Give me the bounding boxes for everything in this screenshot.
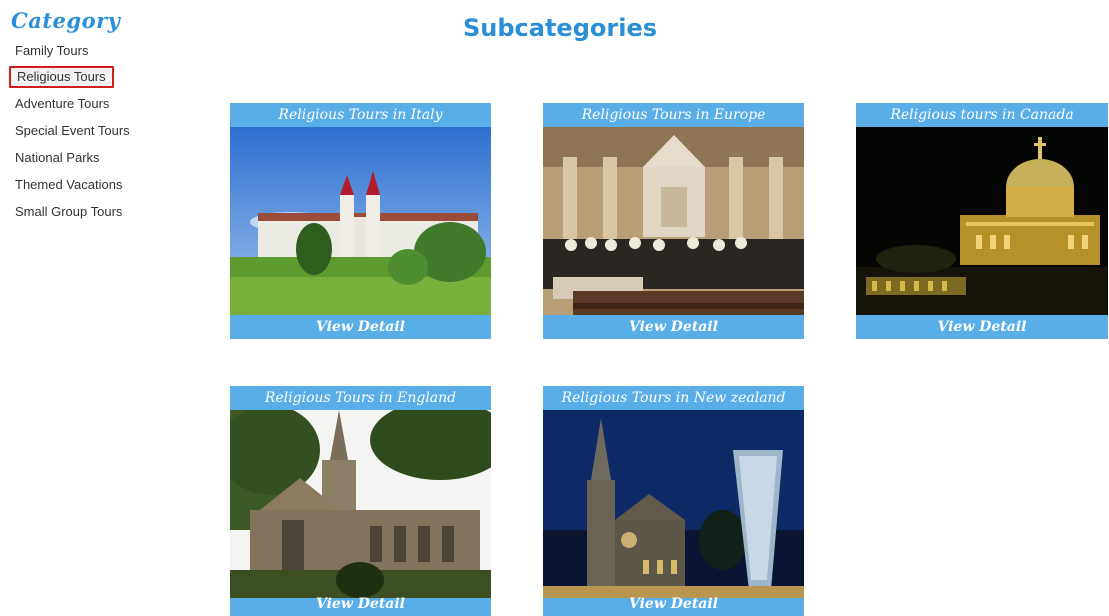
view-detail-button[interactable]: View Detail — [856, 315, 1108, 339]
christchurch-cathedral-night-photo — [543, 410, 804, 598]
card-title[interactable]: Religious Tours in England — [230, 386, 491, 410]
europe-church-interior-photo — [543, 127, 804, 315]
card-title[interactable]: Religious tours in Canada — [856, 103, 1108, 127]
category-item-small-group-tours[interactable]: Small Group Tours — [9, 201, 128, 223]
subcategory-card-italy[interactable]: Religious Tours in Italy View Detail — [230, 103, 491, 339]
card-image-europe-choir[interactable] — [543, 127, 804, 315]
category-item-themed-vacations[interactable]: Themed Vacations — [9, 174, 128, 196]
category-item-national-parks[interactable]: National Parks — [9, 147, 106, 169]
category-heading: Category — [11, 8, 121, 33]
subcategory-card-new-zealand[interactable]: Religious Tours in New zealand View Deta… — [543, 386, 804, 616]
page-title: Subcategories — [462, 14, 657, 42]
category-item-special-event-tours[interactable]: Special Event Tours — [9, 120, 136, 142]
category-item-adventure-tours[interactable]: Adventure Tours — [9, 93, 115, 115]
italy-monastery-photo — [230, 127, 491, 315]
card-image-new-zealand-cathedral[interactable] — [543, 410, 804, 598]
card-image-england-cathedral[interactable] — [230, 410, 491, 598]
card-title[interactable]: Religious Tours in Europe — [543, 103, 804, 127]
view-detail-button[interactable]: View Detail — [230, 592, 491, 616]
view-detail-button[interactable]: View Detail — [543, 592, 804, 616]
subcategory-card-canada[interactable]: Religious tours in Canada View Detail — [856, 103, 1108, 339]
england-cathedral-photo — [230, 410, 491, 598]
card-image-canada-oratory[interactable] — [856, 127, 1108, 315]
category-item-religious-tours[interactable]: Religious Tours — [9, 66, 114, 88]
subcategory-card-europe[interactable]: Religious Tours in Europe View Detail — [543, 103, 804, 339]
subcategory-card-england[interactable]: Religious Tours in England View Detail — [230, 386, 491, 616]
category-item-family-tours[interactable]: Family Tours — [9, 40, 94, 62]
canada-basilica-night-photo — [856, 127, 1108, 315]
card-title[interactable]: Religious Tours in Italy — [230, 103, 491, 127]
view-detail-button[interactable]: View Detail — [230, 315, 491, 339]
card-image-italy-monastery[interactable] — [230, 127, 491, 315]
view-detail-button[interactable]: View Detail — [543, 315, 804, 339]
card-title[interactable]: Religious Tours in New zealand — [543, 386, 804, 410]
